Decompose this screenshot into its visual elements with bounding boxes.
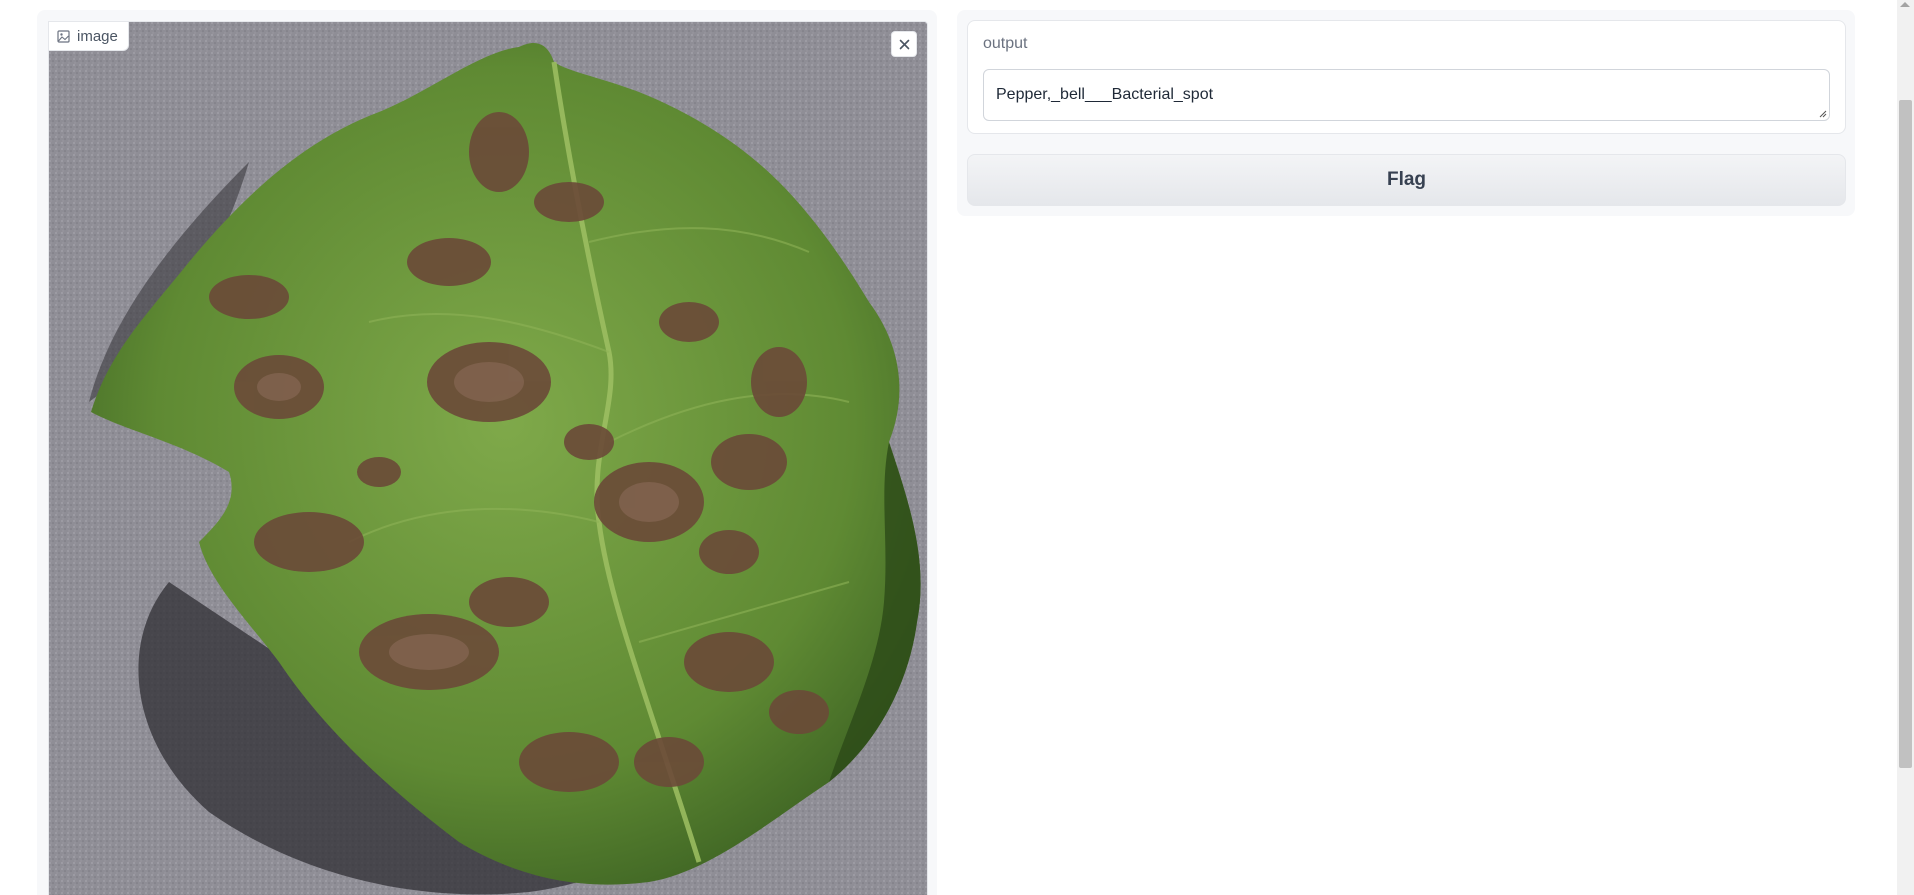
output-value: Pepper,_bell___Bacterial_spot: [996, 86, 1214, 103]
output-textbox[interactable]: Pepper,_bell___Bacterial_spot: [983, 69, 1830, 121]
image-label-text: image: [77, 27, 118, 45]
uploaded-image[interactable]: [48, 21, 928, 895]
leaf-photo: [49, 22, 927, 895]
image-icon: [57, 29, 70, 43]
image-component-label: image: [48, 21, 129, 51]
scrollbar-thumb[interactable]: [1899, 100, 1912, 768]
output-textbox-block: output Pepper,_bell___Bacterial_spot: [967, 20, 1846, 134]
output-label: output: [983, 35, 1028, 52]
clear-image-button[interactable]: [891, 31, 917, 57]
close-icon: [899, 39, 909, 49]
resize-grip-icon[interactable]: [1817, 108, 1827, 118]
app-page: image output Pepper,_bell___Bacterial_sp…: [0, 0, 1914, 895]
flag-button[interactable]: Flag: [967, 154, 1846, 206]
scroll-up-arrow-icon[interactable]: [1900, 2, 1910, 7]
